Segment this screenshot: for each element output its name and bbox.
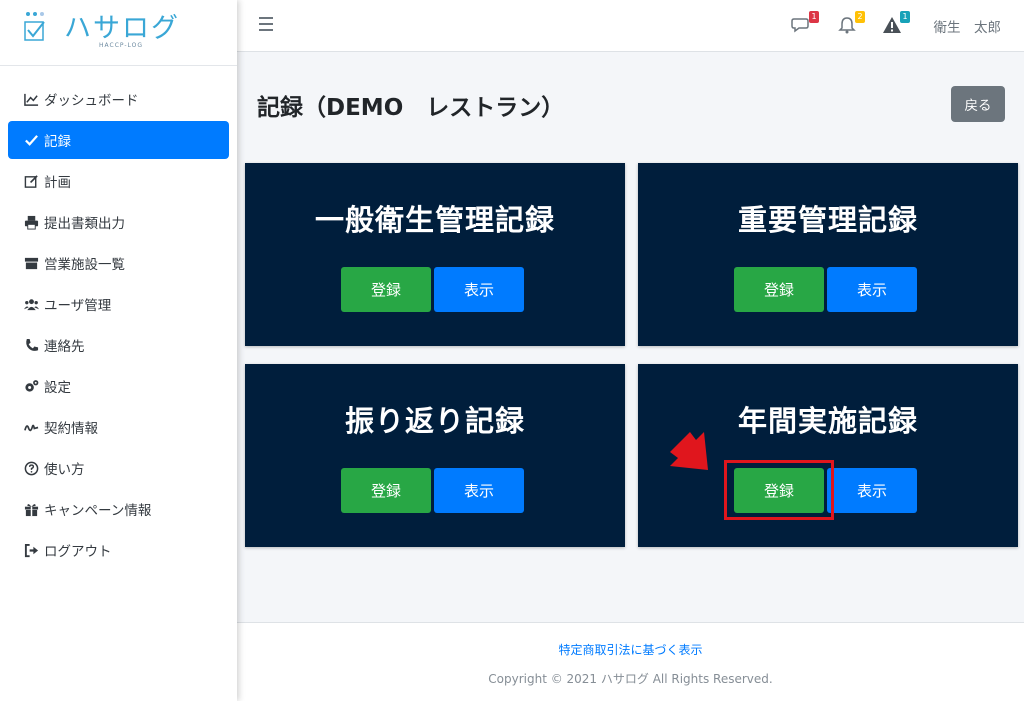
sidebar-item-label: 契約情報 [44,421,98,437]
user-menu[interactable]: 衛生 太郎 [934,16,1002,36]
card-review: 振り返り記録 登録 表示 [245,364,625,547]
sidebar-item-contract[interactable]: 契約情報 [8,408,229,446]
chart-line-icon [22,90,40,108]
view-button[interactable]: 表示 [434,468,524,513]
sidebar-item-facilities[interactable]: 営業施設一覧 [8,244,229,282]
edit-icon [22,172,40,190]
signature-icon [22,418,40,436]
register-button[interactable]: 登録 [341,468,431,513]
sidebar-item-label: 営業施設一覧 [44,257,125,273]
register-button[interactable]: 登録 [734,468,824,513]
print-icon [22,213,40,231]
question-circle-icon [22,459,40,477]
sidebar-item-campaign[interactable]: キャンペーン情報 [8,490,229,528]
card-title: 一般衛生管理記録 [314,203,555,237]
sidebar-item-users[interactable]: ユーザ管理 [8,285,229,323]
store-icon [22,254,40,272]
sidebar-item-label: 記録 [44,134,71,150]
sidebar-item-logout[interactable]: ログアウト [8,531,229,569]
phone-icon [22,336,40,354]
annotation-arrow-icon [670,432,708,470]
sidebar-item-contacts[interactable]: 連絡先 [8,326,229,364]
brand-subtitle: HACCP-LOG [99,42,144,49]
view-button[interactable]: 表示 [827,468,917,513]
warning-icon[interactable]: 1 [882,11,910,35]
topbar: 1 2 1 衛生 太郎 [237,0,1024,52]
sidebar-item-settings[interactable]: 設定 [8,367,229,405]
sidebar: ハサログ HACCP-LOG ダッシュボード 記録 計画 提出書類出力 営業施設… [0,0,237,701]
sidebar-item-plan[interactable]: 計画 [8,162,229,200]
copyright: Copyright © 2021 ハサログ All Rights Reserve… [488,672,773,686]
gift-icon [22,500,40,518]
sidebar-item-label: 提出書類出力 [44,216,125,232]
check-icon [22,131,40,149]
brand[interactable]: ハサログ HACCP-LOG [0,0,237,66]
sidebar-item-dashboard[interactable]: ダッシュボード [8,80,229,118]
sidebar-item-label: 計画 [44,175,71,191]
brand-name: ハサログ [64,13,180,44]
checklist-logo-icon [24,12,45,41]
card-title: 振り返り記録 [344,404,525,438]
card-general-hygiene: 一般衛生管理記録 登録 表示 [245,163,625,346]
view-button[interactable]: 表示 [827,267,917,312]
sidebar-item-help[interactable]: 使い方 [8,449,229,487]
sidebar-item-label: キャンペーン情報 [44,503,152,519]
register-button[interactable]: 登録 [341,267,431,312]
menu-toggle-icon[interactable] [259,17,273,31]
gears-icon [22,377,40,395]
bell-icon[interactable]: 2 [837,11,865,35]
view-button[interactable]: 表示 [434,267,524,312]
footer: 特定商取引法に基づく表示 Copyright © 2021 ハサログ All R… [237,622,1024,701]
messages-badge: 1 [809,11,819,23]
messages-icon[interactable]: 1 [791,11,819,35]
alerts-badge: 1 [900,11,910,23]
sidebar-item-label: 連絡先 [44,339,85,355]
sidebar-item-label: 使い方 [44,462,85,478]
sidebar-item-label: ダッシュボード [44,93,139,109]
sidebar-item-label: 設定 [44,380,71,396]
sign-out-icon [22,541,40,559]
legal-notice-link[interactable]: 特定商取引法に基づく表示 [558,641,702,658]
users-icon [22,295,40,313]
card-title: 重要管理記録 [737,203,918,237]
back-button[interactable]: 戻る [951,86,1005,122]
sidebar-item-label: ユーザ管理 [44,298,112,314]
page-title: 記録（DEMO レストラン） [257,95,565,121]
sidebar-item-records[interactable]: 記録 [8,121,229,159]
sidebar-item-label: ログアウト [44,544,112,560]
card-critical-control: 重要管理記録 登録 表示 [638,163,1018,346]
sidebar-nav: ダッシュボード 記録 計画 提出書類出力 営業施設一覧 ユーザ管理 連絡先 設定… [0,66,237,569]
notifications-badge: 2 [855,11,865,23]
sidebar-item-documents[interactable]: 提出書類出力 [8,203,229,241]
register-button[interactable]: 登録 [734,267,824,312]
